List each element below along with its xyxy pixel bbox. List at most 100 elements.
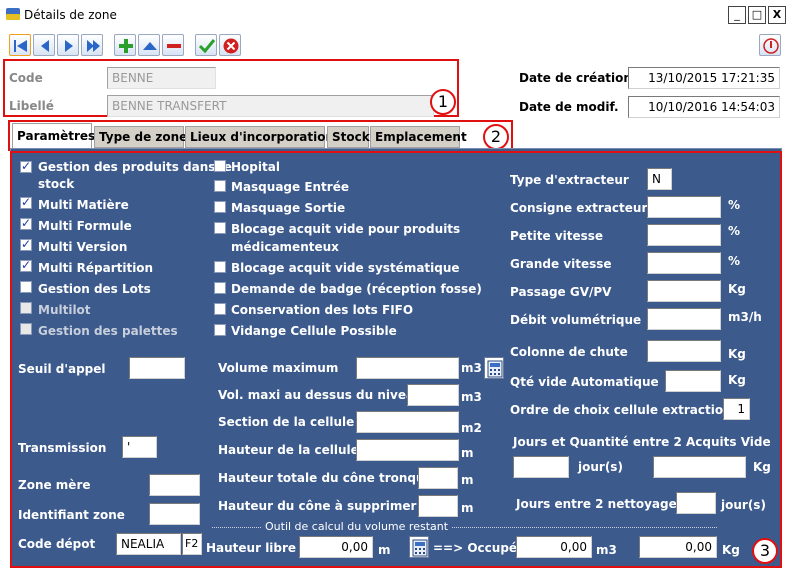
checkbox-gestion-lots[interactable] (20, 281, 32, 293)
label-multi-repartition: Multi Répartition (38, 261, 154, 275)
libelle-field[interactable]: BENNE TRANSFERT (107, 95, 434, 117)
hauteur-cone-supprimer-input[interactable] (418, 495, 458, 517)
volume-calculator-button[interactable] (484, 357, 504, 379)
window-title: Détails de zone (24, 8, 117, 22)
label-blocage-systematique: Blocage acquit vide systématique (231, 261, 460, 275)
label-hauteur-cone: Hauteur totale du cône tronqué (218, 471, 433, 485)
tab-lieux-incorporation[interactable]: Lieux d'incorporation (185, 126, 334, 148)
unit-section-cellule: m2 (461, 421, 482, 435)
grande-vitesse-input[interactable] (647, 252, 721, 274)
info-button[interactable] (759, 34, 781, 56)
previous-record-button[interactable] (33, 34, 55, 56)
jours-acquits-input[interactable] (513, 456, 569, 478)
tab-parametres[interactable]: Paramètres (12, 123, 95, 149)
checkbox-demande-badge[interactable] (214, 282, 226, 294)
label-gestion-produits: Gestion des produits dans le (38, 160, 232, 174)
f2-lookup-button[interactable]: F2 (182, 533, 202, 555)
checkbox-masquage-entree[interactable] (214, 180, 226, 192)
label-debit-volumetrique: Débit volumétrique (510, 313, 642, 327)
tab-stock[interactable]: Stock (327, 126, 370, 148)
checkbox-conservation-fifo[interactable] (214, 303, 226, 315)
callout-3: 3 (752, 538, 778, 564)
unit-hauteur-cellule: m (461, 446, 474, 460)
add-button[interactable] (114, 34, 136, 56)
checkbox-gestion-produits[interactable] (20, 159, 32, 173)
checkbox-vidange-cellule[interactable] (214, 324, 226, 336)
move-up-button[interactable] (138, 34, 160, 56)
maximize-button[interactable]: □ (748, 6, 766, 24)
checkbox-masquage-sortie[interactable] (214, 201, 226, 213)
label-hauteur-cone-supprimer: Hauteur du cône à supprimer (218, 499, 417, 513)
checkbox-hopital[interactable] (214, 160, 226, 172)
label-occupe: ==> Occupé: (433, 541, 522, 555)
consigne-extracteur-input[interactable] (647, 196, 721, 218)
unit-hauteur-cone-supprimer: m (461, 501, 474, 515)
label-seuil-appel: Seuil d'appel (18, 362, 106, 376)
label-ordre-choix: Ordre de choix cellule extraction (510, 403, 732, 417)
minus-icon (167, 44, 181, 48)
close-button[interactable]: X (768, 6, 786, 24)
transmission-input[interactable]: ' (122, 436, 157, 458)
label-jours-nettoyages: Jours entre 2 nettoyages (516, 497, 684, 511)
cancel-button[interactable] (219, 34, 241, 56)
checkbox-multi-repartition[interactable] (20, 258, 32, 272)
colonne-chute-input[interactable] (647, 340, 721, 362)
qte-acquits-input[interactable] (653, 456, 746, 478)
tab-emplacement[interactable]: Emplacement (370, 126, 467, 148)
label-consigne-extracteur: Consigne extracteur (510, 201, 648, 215)
unit-consigne-extracteur: % (728, 198, 741, 212)
seuil-appel-input[interactable] (129, 357, 185, 379)
qte-vide-auto-input[interactable] (665, 370, 721, 392)
unit-hauteur-libre: m (378, 543, 391, 557)
vol-maxi-niveau-input[interactable] (407, 384, 459, 406)
delete-button[interactable] (162, 34, 184, 56)
label-vidange-cellule: Vidange Cellule Possible (231, 324, 397, 338)
checkbox-multi-matiere[interactable] (20, 195, 32, 209)
checkbox-multi-formule[interactable] (20, 216, 32, 230)
section-cellule-input[interactable] (356, 411, 459, 433)
last-record-button[interactable] (81, 34, 103, 56)
label-hauteur-libre: Hauteur libre (206, 541, 297, 555)
hauteur-cone-input[interactable] (418, 467, 458, 489)
unit-occupe-kg: Kg (722, 543, 740, 557)
petite-vitesse-input[interactable] (647, 224, 721, 246)
type-extracteur-input[interactable]: N (647, 168, 672, 190)
checkbox-multilot[interactable] (20, 302, 32, 314)
code-depot-input[interactable]: NEALIA (116, 533, 181, 555)
window-icon (6, 8, 20, 20)
hauteur-libre-input[interactable]: 0,00 (299, 536, 373, 558)
ordre-choix-input[interactable]: 1 (723, 398, 750, 420)
unit-petite-vitesse: % (728, 224, 741, 238)
label-gestion-produits-2: stock (38, 177, 75, 191)
unit-vol-maxi-niveau: m3 (461, 390, 482, 404)
passage-gv-pv-input[interactable] (647, 280, 721, 302)
checkbox-gestion-palettes[interactable] (20, 323, 32, 335)
label-gestion-palettes: Gestion des palettes (38, 324, 178, 338)
date-creation-field: 13/10/2015 17:21:35 (628, 67, 780, 89)
unit-grande-vitesse: % (728, 254, 741, 268)
occupied-calculator-button[interactable] (409, 536, 429, 558)
unit-volume-maximum: m3 (461, 361, 482, 375)
label-multi-matiere: Multi Matière (38, 198, 129, 212)
label-jours-qte-acquits: Jours et Quantité entre 2 Acquits Vide (513, 435, 771, 449)
checkbox-blocage-medicamenteux[interactable] (214, 222, 226, 234)
unit-colonne-chute: Kg (728, 347, 746, 361)
volume-maximum-input[interactable] (356, 357, 459, 379)
minimize-button[interactable]: _ (728, 6, 746, 24)
first-record-button[interactable] (9, 34, 31, 56)
next-record-button[interactable] (57, 34, 79, 56)
hauteur-cellule-input[interactable] (356, 439, 459, 461)
debit-volumetrique-input[interactable] (647, 308, 721, 330)
last-icon (87, 40, 100, 52)
zone-mere-input[interactable] (149, 474, 200, 496)
validate-button[interactable] (195, 34, 217, 56)
identifiant-zone-input[interactable] (149, 503, 200, 525)
tab-type-de-zone[interactable]: Type de zone (94, 126, 187, 148)
checkbox-multi-version[interactable] (20, 237, 32, 251)
jours-nettoyages-input[interactable] (676, 492, 716, 514)
label-grande-vitesse: Grande vitesse (510, 257, 612, 271)
unit-passage-gv-pv: Kg (728, 282, 746, 296)
label-multilot: Multilot (38, 303, 91, 317)
checkbox-blocage-systematique[interactable] (214, 261, 226, 273)
code-field[interactable]: BENNE (107, 67, 216, 89)
